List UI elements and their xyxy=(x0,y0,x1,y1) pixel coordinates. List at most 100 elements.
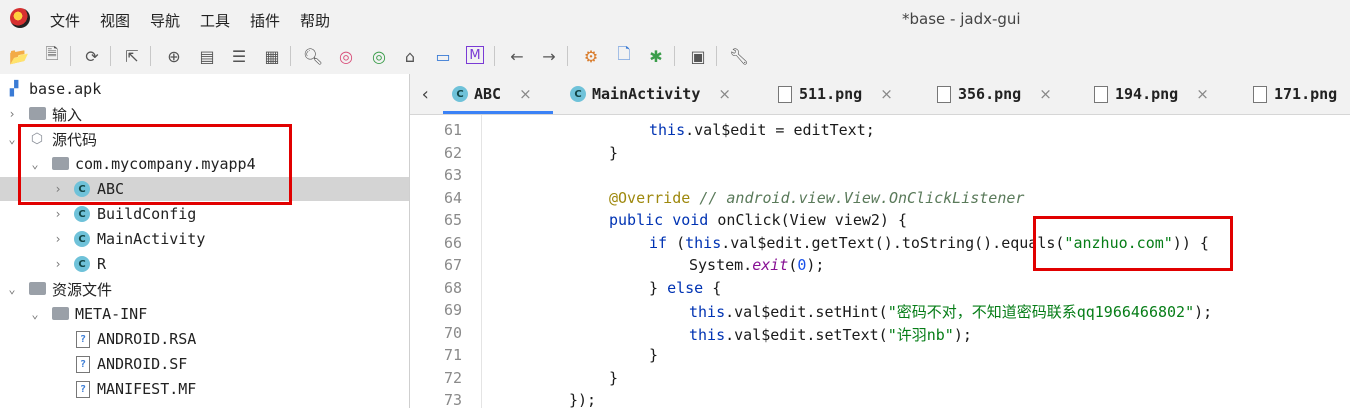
chevron-right-icon[interactable]: › xyxy=(52,207,64,221)
chevron-right-icon[interactable]: › xyxy=(52,257,64,271)
line-number: 69 xyxy=(443,301,462,319)
chevron-right-icon[interactable]: › xyxy=(52,232,64,246)
back-icon[interactable]: ← xyxy=(507,46,527,66)
tree-item-class-r[interactable]: › C R xyxy=(0,252,409,276)
menu-view[interactable]: 视图 xyxy=(100,10,130,31)
add-files-icon[interactable]: 🗎 xyxy=(42,44,62,66)
class-icon: C xyxy=(452,86,468,102)
grid-icon[interactable]: ▦ xyxy=(262,46,282,66)
annotation: @Override xyxy=(609,189,691,207)
code-line-69: this.val$edit.setHint("密码不对，不知道密码联系qq196… xyxy=(689,301,1212,322)
code-line-71: } xyxy=(649,346,659,364)
keyword: this xyxy=(649,121,686,139)
menu-navigation[interactable]: 导航 xyxy=(150,10,180,31)
code-text: ); xyxy=(806,256,825,274)
code-text: ( xyxy=(667,234,686,252)
menu-plugins[interactable]: 插件 xyxy=(250,10,280,31)
tabs-scroll-left-icon[interactable]: ‹ xyxy=(420,74,431,114)
code-text: ); xyxy=(1194,303,1213,321)
search-class-icon[interactable]: ◎ xyxy=(336,46,356,66)
jadx-logo-icon xyxy=(10,8,30,28)
folder-tree-icon[interactable]: ▤ xyxy=(197,46,217,66)
image-file-icon xyxy=(1094,85,1108,103)
tree-item-label: ANDROID.SF xyxy=(97,355,188,373)
toolbar: 📂 🗎 ⟳ ⇱ ⊕ ▤ ☰ ▦ 🔍︎ ◎ ◎ ⌂ ▭ M ← → ⚙ 🗋 ✱ ▣… xyxy=(0,38,1350,74)
close-icon[interactable]: × xyxy=(718,85,731,103)
refresh-icon[interactable]: ⟳ xyxy=(82,46,102,66)
menu-file[interactable]: 文件 xyxy=(50,10,80,31)
tab-511-png[interactable]: 511.png × xyxy=(778,74,893,114)
tree-item-file[interactable]: ? ANDROID.RSA xyxy=(0,327,409,351)
unknown-file-icon: ? xyxy=(76,331,90,348)
code-editor[interactable]: 61 62 63 64 65 66 67 68 69 70 71 72 73 t… xyxy=(410,115,1350,408)
line-number-gutter: 61 62 63 64 65 66 67 68 69 70 71 72 73 xyxy=(410,115,482,408)
log-icon[interactable]: ▣ xyxy=(688,46,708,66)
home-icon[interactable]: ⌂ xyxy=(400,46,420,66)
list-icon[interactable]: ☰ xyxy=(229,46,249,66)
tree-root[interactable]: ▞ base.apk xyxy=(0,77,409,101)
code-text: .val$edit = editText; xyxy=(685,121,875,139)
forward-icon[interactable]: → xyxy=(539,46,559,66)
tab-mainactivity[interactable]: C MainActivity × xyxy=(570,74,731,114)
decompile-icon[interactable]: 🗋 xyxy=(614,44,634,66)
line-number: 65 xyxy=(443,211,462,229)
image-file-icon xyxy=(778,85,792,103)
code-line-64: @Override // android.view.View.OnClickLi… xyxy=(609,189,1024,207)
code-text: onClick(View view2) { xyxy=(708,211,908,229)
tree-item-class-buildconfig[interactable]: › C BuildConfig xyxy=(0,202,409,226)
debug-icon[interactable]: ✱ xyxy=(646,46,666,66)
close-icon[interactable]: × xyxy=(880,85,893,103)
tree-item-class-mainactivity[interactable]: › C MainActivity xyxy=(0,227,409,251)
open-icon[interactable]: 📂 xyxy=(9,46,29,66)
code-text: .val$edit.getText().toString().equals( xyxy=(721,234,1065,252)
tree-item-input[interactable]: › 输入 xyxy=(0,102,409,126)
toolbar-separator xyxy=(494,46,495,66)
window-title: *base - jadx-gui xyxy=(902,10,1021,28)
code-line-65: public void onClick(View view2) { xyxy=(609,211,907,229)
code-text: ); xyxy=(953,326,972,344)
folder-icon xyxy=(52,307,69,320)
tree-item-resources[interactable]: ⌄ 资源文件 xyxy=(0,277,409,301)
tab-abc[interactable]: C ABC × xyxy=(452,74,532,114)
window-icon[interactable]: ▭ xyxy=(433,46,453,66)
tree-item-label: 资源文件 xyxy=(52,280,113,299)
search-icon[interactable]: 🔍︎ xyxy=(303,46,323,66)
comment: // android.view.View.OnClickListener xyxy=(699,189,1025,207)
tree-item-metainf[interactable]: ⌄ META-INF xyxy=(0,302,409,326)
close-icon[interactable]: × xyxy=(1196,85,1209,103)
line-number: 63 xyxy=(443,166,462,184)
code-line-70: this.val$edit.setText("许羽nb"); xyxy=(689,324,972,345)
tab-label: MainActivity xyxy=(592,85,701,103)
chevron-down-icon[interactable]: ⌄ xyxy=(29,307,41,321)
chevron-down-icon[interactable]: ⌄ xyxy=(6,282,18,296)
apk-icon: ▞ xyxy=(9,81,19,97)
menu-help[interactable]: 帮助 xyxy=(300,10,330,31)
tree-root-label: base.apk xyxy=(29,80,102,98)
line-number: 68 xyxy=(443,279,462,297)
tree-item-file[interactable]: ? ANDROID.SF xyxy=(0,352,409,376)
line-number: 70 xyxy=(443,324,462,342)
chevron-right-icon[interactable]: › xyxy=(6,107,18,121)
keyword: if xyxy=(649,234,668,252)
chevron-down-icon[interactable]: ⌄ xyxy=(6,132,18,146)
code-text: { xyxy=(703,279,722,297)
menu-bar: 文件 视图 导航 工具 插件 帮助 *base - jadx-gui xyxy=(0,0,1350,38)
close-icon[interactable]: × xyxy=(519,85,532,103)
line-number: 67 xyxy=(443,256,462,274)
tree-item-label: R xyxy=(97,255,107,273)
settings-icon[interactable]: 🔧︎ xyxy=(729,46,749,66)
tab-194-png[interactable]: 194.png × xyxy=(1094,74,1209,114)
export-icon[interactable]: ⇱ xyxy=(122,46,142,66)
menu-tools[interactable]: 工具 xyxy=(200,10,230,31)
deobfuscation-icon[interactable]: ⚙ xyxy=(581,46,601,66)
line-number: 66 xyxy=(443,234,462,252)
m-icon[interactable]: M xyxy=(466,46,484,64)
sync-icon[interactable]: ⊕ xyxy=(164,46,184,66)
keyword: else xyxy=(667,279,704,297)
search-usage-icon[interactable]: ◎ xyxy=(369,46,389,66)
tab-356-png[interactable]: 356.png × xyxy=(937,74,1052,114)
tree-item-file[interactable]: ? MANIFEST.MF xyxy=(0,377,409,401)
toolbar-separator xyxy=(110,46,111,66)
tab-171-png[interactable]: 171.png xyxy=(1253,74,1337,114)
close-icon[interactable]: × xyxy=(1039,85,1052,103)
